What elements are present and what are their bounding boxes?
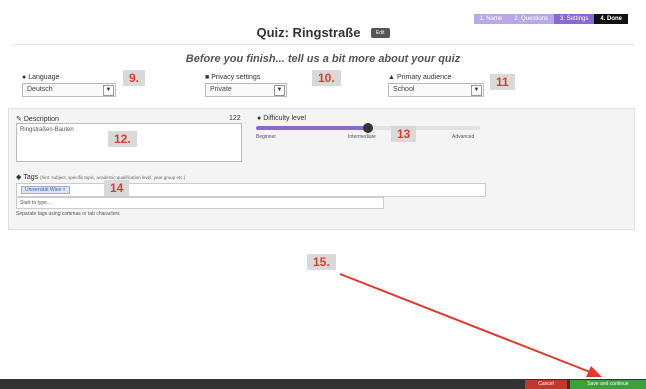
cancel-button[interactable]: Cancel (525, 380, 567, 389)
save-and-continue-button[interactable]: Save and continue (570, 380, 646, 389)
annotation-arrow (339, 273, 602, 377)
quiz-settings-page: 1. Name 2. Questions 3. Settings 4. Done… (0, 0, 646, 389)
